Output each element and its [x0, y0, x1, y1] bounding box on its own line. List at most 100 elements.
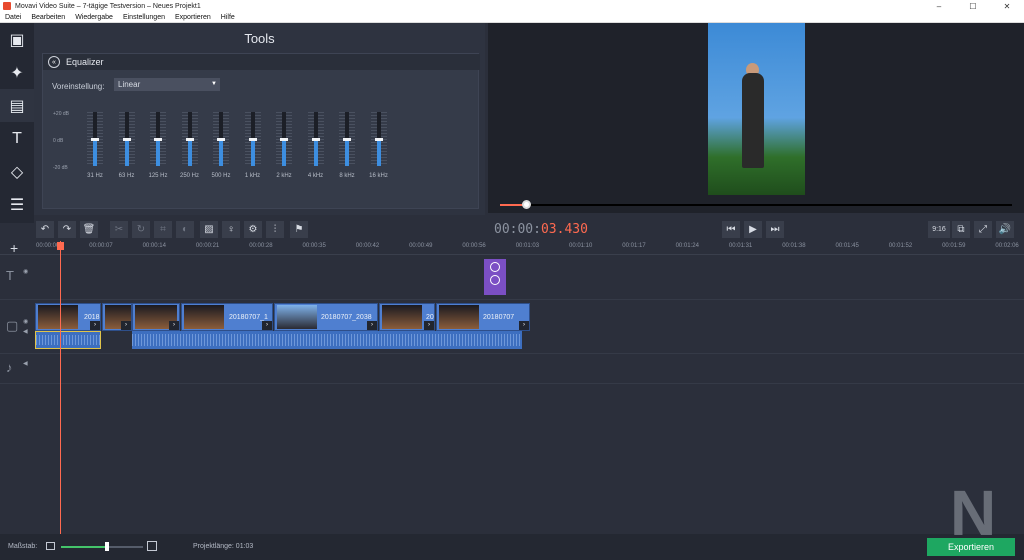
- db-label-bottom: -20 dB: [53, 165, 68, 171]
- cut-icon[interactable]: ✂: [110, 221, 128, 238]
- crop-icon[interactable]: ⌗: [154, 221, 172, 238]
- transition-icon[interactable]: ›: [121, 321, 131, 330]
- eq-band-slider[interactable]: 250 Hz: [180, 112, 200, 182]
- detach-preview-icon[interactable]: ⧉: [952, 221, 970, 238]
- video-clip[interactable]: 20180707 ›: [436, 303, 530, 331]
- title-track-visibility-icon[interactable]: ◉: [23, 268, 28, 275]
- eq-band-slider[interactable]: 4 kHz: [306, 112, 326, 182]
- eq-band-handle[interactable]: [217, 138, 225, 141]
- video-clip[interactable]: 20180707_1 ›: [181, 303, 273, 331]
- db-label-top: +20 dB: [53, 111, 69, 117]
- eq-band-slider[interactable]: 16 kHz: [369, 112, 389, 182]
- microphone-icon[interactable]: ♀: [222, 221, 240, 238]
- eq-band-slider[interactable]: 8 kHz: [337, 112, 357, 182]
- add-track-icon[interactable]: +: [10, 240, 18, 256]
- seek-bar[interactable]: [500, 204, 1012, 206]
- close-button[interactable]: ✕: [990, 2, 1024, 11]
- filters-icon[interactable]: ▤: [0, 89, 34, 122]
- audio-clip[interactable]: [35, 331, 101, 349]
- video-preview[interactable]: [488, 23, 1024, 213]
- zoom-out-icon[interactable]: [46, 542, 55, 550]
- clip-name: 2018: [84, 314, 100, 321]
- eq-band-slider[interactable]: 1 kHz: [243, 112, 263, 182]
- playhead[interactable]: [60, 241, 61, 534]
- eq-band-slider[interactable]: 63 Hz: [117, 112, 137, 182]
- edit-toolbar: ↶ ↷ 🗑 ✂ ↻ ⌗ ◐ ▨ ♀ ⚙ ⫶ ⚑ 00:00:03.430 ⏮ ▶…: [34, 218, 1024, 241]
- eq-band-slider[interactable]: 31 Hz: [85, 112, 105, 182]
- play-icon[interactable]: ▶: [744, 221, 762, 238]
- menu-hilfe[interactable]: Hilfe: [221, 14, 235, 21]
- db-label-mid: 0 dB: [53, 138, 64, 144]
- import-media-icon[interactable]: ▣: [0, 23, 34, 56]
- audio-clip[interactable]: [132, 331, 522, 349]
- menu-datei[interactable]: Datei: [5, 14, 21, 21]
- maximize-button[interactable]: ☐: [956, 2, 990, 11]
- eq-band-handle[interactable]: [91, 138, 99, 141]
- seek-handle[interactable]: [522, 200, 531, 209]
- video-track-mute-icon[interactable]: ◀: [23, 328, 28, 335]
- tools-panel: Tools « Equalizer Voreinstellung: Linear…: [34, 23, 485, 215]
- eq-band-handle[interactable]: [185, 138, 194, 141]
- video-clip[interactable]: ›: [102, 303, 132, 331]
- aspect-ratio-button[interactable]: 9:16: [928, 221, 950, 238]
- transition-icon[interactable]: ›: [90, 321, 100, 330]
- next-frame-icon[interactable]: ⏭: [766, 221, 784, 238]
- music-track-mute-icon[interactable]: ◀: [23, 360, 28, 367]
- transition-icon[interactable]: ›: [262, 321, 272, 330]
- title-clip[interactable]: [484, 259, 506, 295]
- color-adjust-icon[interactable]: ◐: [176, 221, 194, 238]
- eq-band-handle[interactable]: [280, 138, 288, 141]
- zoom-slider-handle[interactable]: [105, 542, 109, 551]
- eq-band-handle[interactable]: [248, 138, 257, 141]
- zoom-in-icon[interactable]: [147, 541, 157, 551]
- menu-einstellungen[interactable]: Einstellungen: [123, 14, 165, 21]
- magic-wand-icon[interactable]: ✦: [0, 56, 34, 89]
- settings-icon[interactable]: ⚙: [244, 221, 262, 238]
- ruler-tick-label: 00:00:49: [409, 243, 433, 249]
- video-clip[interactable]: 2018 ›: [35, 303, 101, 331]
- undo-icon[interactable]: ↶: [36, 221, 54, 238]
- redo-icon[interactable]: ↷: [58, 221, 76, 238]
- transition-icon[interactable]: ›: [519, 321, 529, 330]
- previous-frame-icon[interactable]: ⏮: [722, 221, 740, 238]
- app-icon: [3, 2, 11, 10]
- rotate-icon[interactable]: ↻: [132, 221, 150, 238]
- eq-band-handle[interactable]: [311, 138, 320, 141]
- ruler-tick-label: 00:00:21: [195, 243, 220, 249]
- back-icon[interactable]: «: [48, 56, 60, 68]
- transition-icon[interactable]: ›: [367, 321, 377, 330]
- eq-band-fill: [93, 141, 97, 166]
- fullscreen-icon[interactable]: ⤢: [974, 221, 992, 238]
- minimize-button[interactable]: –: [922, 2, 956, 11]
- timecode-value: 03.430: [540, 222, 588, 237]
- video-track-visibility-icon[interactable]: ◉: [23, 318, 28, 325]
- eq-band-slider[interactable]: 2 kHz: [274, 112, 294, 182]
- equalizer-icon[interactable]: ⫶: [266, 221, 284, 238]
- delete-icon[interactable]: 🗑: [80, 221, 98, 238]
- eq-band-handle[interactable]: [343, 138, 351, 141]
- ruler-tick-label: 00:01:24: [675, 243, 699, 249]
- more-tools-icon[interactable]: ☰: [0, 188, 34, 221]
- menu-bearbeiten[interactable]: Bearbeiten: [31, 14, 65, 21]
- menu-exportieren[interactable]: Exportieren: [175, 14, 211, 21]
- flag-icon[interactable]: ⚑: [290, 221, 308, 238]
- video-clip[interactable]: ›: [132, 303, 180, 331]
- titles-icon[interactable]: T: [0, 122, 34, 155]
- transition-icon[interactable]: ›: [169, 321, 179, 330]
- eq-band-slider[interactable]: 125 Hz: [148, 112, 168, 182]
- menu-wiedergabe[interactable]: Wiedergabe: [75, 14, 113, 21]
- video-track-icon: ▢: [6, 318, 19, 333]
- eq-band-slider[interactable]: 500 Hz: [211, 112, 231, 182]
- eq-band-handle[interactable]: [122, 138, 131, 141]
- timeline-ruler[interactable]: + 00:00:00 00:00:07 00:00:14 00:00:21 00:00:…: [0, 240, 1024, 256]
- eq-band-handle[interactable]: [374, 138, 383, 141]
- shapes-icon[interactable]: ◇: [0, 155, 34, 188]
- volume-icon[interactable]: 🔊: [996, 221, 1014, 238]
- video-clip[interactable]: 20180707_2038 ›: [274, 303, 378, 331]
- image-icon[interactable]: ▨: [200, 221, 218, 238]
- preset-dropdown[interactable]: Linear ▼: [114, 78, 220, 91]
- eq-band-handle[interactable]: [154, 138, 162, 141]
- transition-icon[interactable]: ›: [424, 321, 434, 330]
- playhead-handle[interactable]: [57, 242, 64, 250]
- video-clip[interactable]: 20 ›: [379, 303, 435, 331]
